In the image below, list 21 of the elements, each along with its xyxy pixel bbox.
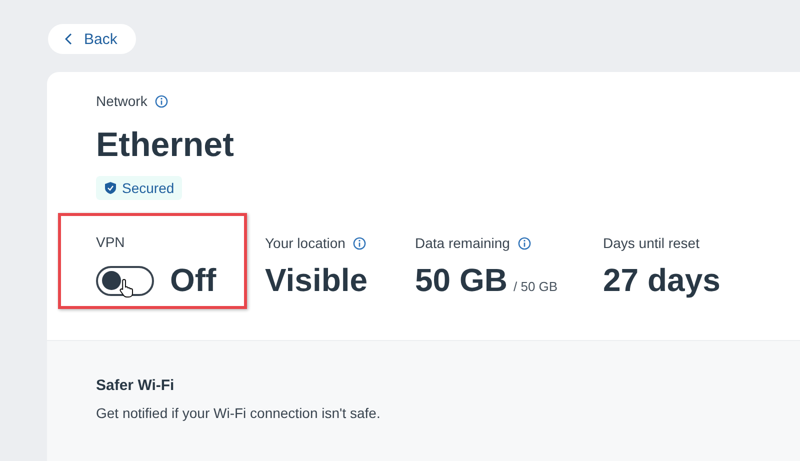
network-name: Ethernet: [96, 125, 235, 166]
hand-cursor-icon: [119, 278, 135, 298]
vpn-state: Off: [170, 262, 216, 299]
info-icon[interactable]: [155, 94, 168, 108]
section-title: Safer Wi-Fi: [96, 377, 176, 394]
stat-value: 50 GB: [415, 262, 508, 299]
vpn-label: VPN: [96, 234, 126, 252]
network-label: Network: [96, 93, 148, 109]
section-description: Get notified if your Wi-Fi connection isn't safe.: [96, 405, 382, 421]
info-icon[interactable]: [353, 236, 366, 250]
info-icon[interactable]: [518, 236, 531, 250]
stat-total: / 50 GB: [513, 279, 558, 294]
stat-label: Days until reset: [603, 235, 700, 251]
vpn-toggle[interactable]: [96, 266, 154, 296]
stat-value: Visible: [265, 262, 368, 299]
stat-label: Data remaining: [415, 235, 510, 251]
secured-badge: Secured: [96, 176, 182, 200]
back-button[interactable]: Back: [48, 24, 136, 54]
stat-label: Your location: [265, 235, 346, 251]
shield-icon: [105, 182, 116, 194]
stat-value: 27 days: [603, 262, 720, 299]
